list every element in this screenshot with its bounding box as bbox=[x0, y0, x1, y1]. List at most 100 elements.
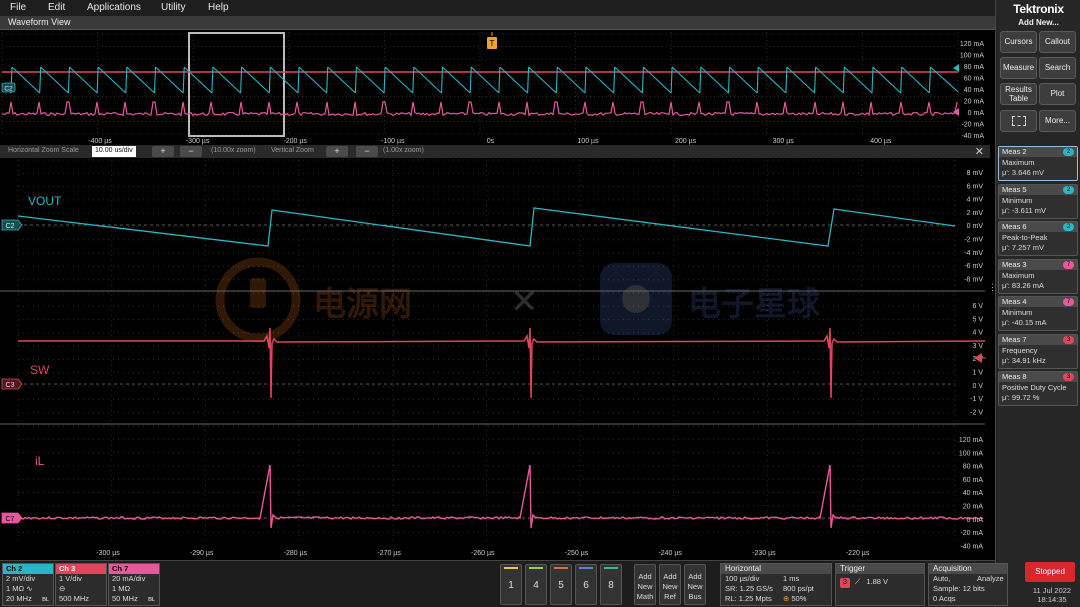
more-button[interactable]: More... bbox=[1039, 110, 1076, 132]
overview-scale-label: 20 mA bbox=[964, 99, 985, 106]
measurement-meas-5[interactable]: Meas 5 2 Minimum μ': -3.611 mV bbox=[998, 183, 1078, 219]
record-length: RL: 1.25 Mpts bbox=[725, 594, 772, 603]
ch2-bandwidth: 20 MHz bbox=[6, 594, 32, 603]
horizontal-title: Horizontal bbox=[721, 564, 831, 574]
ch7-settings-badge[interactable]: Ch 7 20 mA/div 1 MΩ 50 MHz ʙʟ bbox=[108, 563, 160, 606]
measurement-value: μ': -40.15 mA bbox=[1002, 318, 1047, 327]
scale-label: -1 V bbox=[970, 396, 983, 403]
scale-label: -4 mV bbox=[964, 250, 983, 257]
main-x-tick: -270 µs bbox=[377, 550, 401, 557]
h-zoom-plus-button[interactable]: + bbox=[152, 146, 174, 157]
menu-edit[interactable]: Edit bbox=[48, 2, 65, 13]
zoomed-waveform-area[interactable]: 电源网 ✕ 电子星球 VOUT SW iL C2 C3 C7 8 mV6 mV4… bbox=[0, 158, 995, 560]
add-new-bus-button[interactable]: Add New Bus bbox=[684, 564, 706, 605]
add-new-ref-button[interactable]: Add New Ref bbox=[659, 564, 681, 605]
scale-label: 0 mA bbox=[967, 517, 984, 524]
add-new-math-button[interactable]: Add New Math bbox=[634, 564, 656, 605]
main-x-tick: -240 µs bbox=[658, 550, 682, 557]
run-stop-button[interactable]: Stopped bbox=[1025, 562, 1075, 582]
ch2-settings-badge[interactable]: Ch 2 2 mV/div 1 MΩ ∿ 20 MHz ʙʟ bbox=[2, 563, 54, 606]
channel-4-button[interactable]: 4 bbox=[525, 564, 547, 605]
ch3-badge[interactable]: C3 bbox=[1, 378, 23, 390]
measurement-source-badge: 2 bbox=[1063, 148, 1074, 156]
time: 18:14:35 bbox=[1037, 595, 1067, 604]
main-x-tick: -230 µs bbox=[752, 550, 776, 557]
scale-label: 120 mA bbox=[959, 437, 983, 444]
ch2-badge[interactable]: C2 bbox=[1, 219, 23, 231]
overview-scale-label: 40 mA bbox=[964, 87, 985, 94]
measurement-meas-7[interactable]: Meas 7 3 Frequency μ': 34.91 kHz bbox=[998, 333, 1078, 369]
sw-label: SW bbox=[30, 363, 50, 377]
overview-ch2-badge[interactable]: C2 bbox=[1, 82, 16, 93]
scale-label: 0 mV bbox=[967, 223, 984, 230]
ch3-settings-title: Ch 3 bbox=[56, 564, 106, 574]
measure-button[interactable]: Measure bbox=[1000, 57, 1037, 79]
measurement-source-badge: 7 bbox=[1063, 260, 1074, 269]
measurement-value: μ': 34.91 kHz bbox=[1002, 355, 1046, 365]
ch7-scale: 20 mA/div bbox=[112, 574, 146, 583]
h-zoom-minus-button[interactable]: − bbox=[180, 146, 202, 157]
results-table-button[interactable]: Results Table bbox=[1000, 83, 1037, 105]
ch7-badge[interactable]: C7 bbox=[1, 512, 23, 524]
menu-utility[interactable]: Utility bbox=[161, 2, 185, 13]
v-zoom-label: Vertical Zoom bbox=[271, 147, 314, 154]
date-time: 11 Jul 2022 18:14:35 bbox=[1027, 586, 1077, 604]
scale-label: 0 V bbox=[972, 383, 983, 390]
measurement-meas-8[interactable]: Meas 8 3 Positive Duty Cycle μ': 99.72 % bbox=[998, 371, 1078, 406]
channel-8-button[interactable]: 8 bbox=[600, 564, 622, 605]
menu-applications[interactable]: Applications bbox=[87, 2, 141, 13]
overview-x-tick: 100 µs bbox=[577, 138, 599, 145]
overview-waveform[interactable]: T C2 -400 µs -300 µs -200 µs -100 µs 0s 100 µ… bbox=[0, 30, 995, 145]
rising-edge-icon: ⟋ bbox=[855, 577, 861, 586]
scale-label: 4 mV bbox=[967, 197, 984, 204]
screenshot-region-button[interactable] bbox=[1000, 110, 1037, 132]
horizontal-record-time: 1 ms bbox=[783, 574, 800, 583]
scale-label: 1 V bbox=[972, 370, 983, 377]
search-button[interactable]: Search bbox=[1039, 57, 1076, 79]
callout-button[interactable]: Callout bbox=[1039, 31, 1076, 53]
measurement-meas-2[interactable]: Meas 2 2 Maximum μ': 3.646 mV bbox=[998, 146, 1078, 181]
ch2-scale: 2 mV/div bbox=[6, 574, 36, 583]
measurement-meas-3[interactable]: Meas 3 7 Maximum μ': 83.26 mA bbox=[998, 258, 1078, 294]
measurement-meas-4[interactable]: Meas 4 7 Minimum μ': -40.15 mA bbox=[998, 296, 1078, 331]
measurement-value: μ': 3.646 mV bbox=[1002, 168, 1045, 177]
ch2-coupling-icon: ∿ bbox=[26, 584, 33, 593]
scale-label: 80 mA bbox=[963, 464, 984, 471]
h-zoom-value[interactable]: 10.00 us/div bbox=[92, 146, 136, 157]
channel-1-button[interactable]: 1 bbox=[500, 564, 522, 605]
overview-scale-label: -40 mA bbox=[961, 133, 984, 140]
scale-label: 40 mA bbox=[963, 490, 984, 497]
measurement-header: Meas 7 3 bbox=[999, 334, 1077, 345]
panel-drag-handle-icon[interactable]: ⋮ bbox=[988, 282, 995, 292]
trigger-settings-badge[interactable]: Trigger 3 ⟋ 1.88 V bbox=[835, 563, 925, 606]
menu-bar: File Edit Applications Utility Help bbox=[0, 0, 995, 16]
channel-5-button[interactable]: 5 bbox=[550, 564, 572, 605]
acquisition-settings-badge[interactable]: Acquisition Auto, Analyze Sample: 12 bits… bbox=[928, 563, 1008, 606]
ch3-settings-badge[interactable]: Ch 3 1 V/div ⊖ 500 MHz bbox=[55, 563, 107, 606]
svg-text:C7: C7 bbox=[6, 516, 15, 523]
channel-6-button[interactable]: 6 bbox=[575, 564, 597, 605]
menu-help[interactable]: Help bbox=[208, 2, 229, 13]
measurement-meas-6[interactable]: Meas 6 2 Peak-to-Peak μ': 7.257 mV bbox=[998, 221, 1078, 256]
close-zoom-icon[interactable]: ✕ bbox=[975, 145, 984, 158]
v-zoom-plus-button[interactable]: + bbox=[326, 146, 348, 157]
sample-rate: SR: 1.25 GS/s bbox=[725, 584, 773, 593]
main-x-axis: -300 µs -290 µs -280 µs -270 µs -260 µs -250 … bbox=[96, 550, 870, 557]
horizontal-settings-badge[interactable]: Horizontal 100 µs/div 1 ms SR: 1.25 GS/s 8… bbox=[720, 563, 832, 606]
svg-text:C3: C3 bbox=[6, 382, 15, 389]
cursors-button[interactable]: Cursors bbox=[1000, 31, 1037, 53]
right-control-panel: Tektronix Add New... Cursors Callout Mea… bbox=[995, 0, 1080, 607]
watermark-x: ✕ bbox=[510, 283, 539, 321]
horizontal-scale: 100 µs/div bbox=[725, 574, 760, 583]
acquisition-title: Acquisition bbox=[929, 564, 1007, 574]
overview-x-tick: 300 µs bbox=[773, 138, 795, 145]
overview-x-tick: -300 µs bbox=[186, 138, 210, 145]
ch3-bandwidth: 500 MHz bbox=[59, 594, 90, 603]
v-zoom-minus-button[interactable]: − bbox=[356, 146, 378, 157]
add-new-label: Add New... bbox=[1018, 18, 1059, 27]
plot-button[interactable]: Plot bbox=[1039, 83, 1076, 105]
h-zoom-factor: (10.00x zoom) bbox=[211, 147, 256, 154]
menu-file[interactable]: File bbox=[10, 2, 26, 13]
scale-label: 2 mV bbox=[967, 210, 984, 217]
measurement-name: Meas 8 bbox=[1002, 372, 1027, 381]
